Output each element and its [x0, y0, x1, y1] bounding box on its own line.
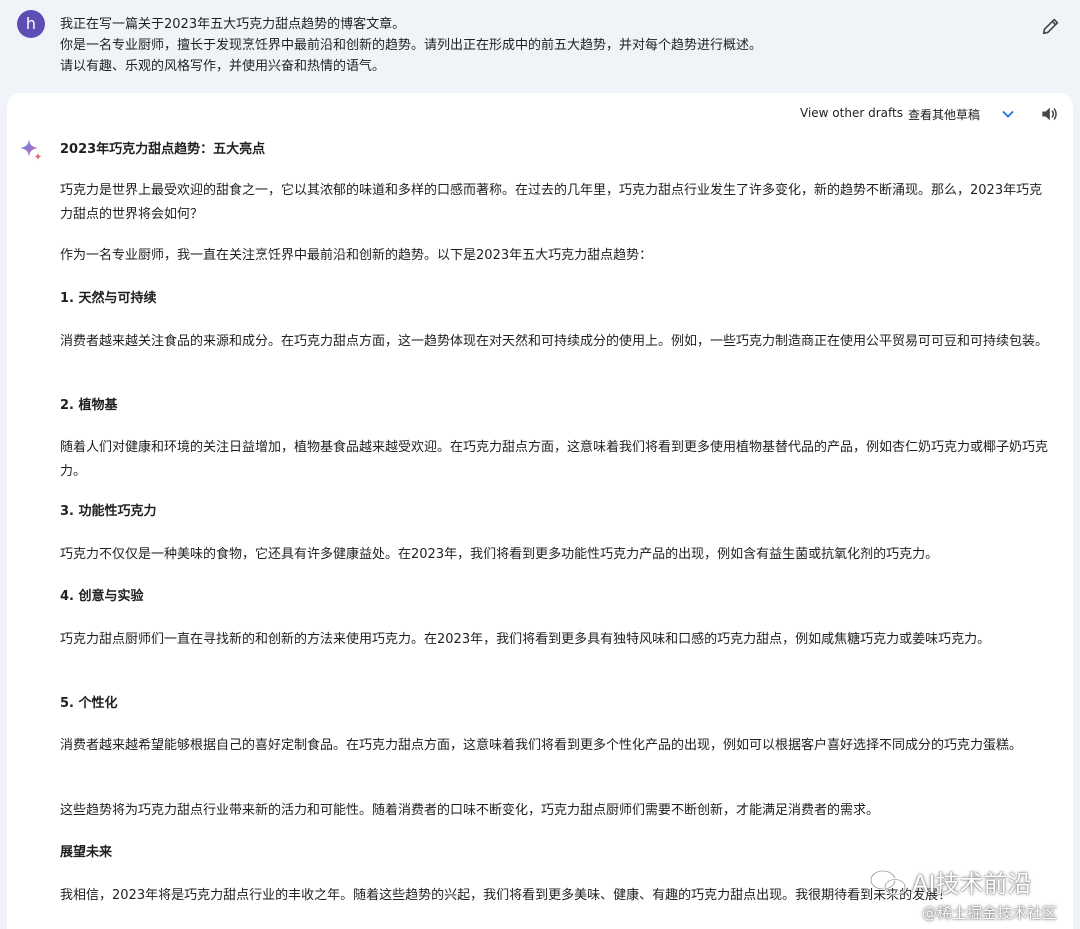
summary-paragraph: 这些趋势将为巧克力甜点行业带来新的活力和可能性。随着消费者的口味不断变化，巧克力…: [60, 803, 880, 818]
speaker-icon[interactable]: [1039, 104, 1059, 124]
prompt-text: 我正在写一篇关于2023年五大巧克力甜点趋势的博客文章。 你是一名专业厨师，擅长…: [60, 14, 1020, 77]
trend-body: 随着人们对健康和环境的关注日益增加，植物基食品越来越受欢迎。在巧克力甜点方面，这…: [60, 440, 1049, 479]
drafts-label-zh: 查看其他草稿: [908, 108, 981, 122]
trend-heading: 2. 植物基: [60, 398, 118, 413]
trend-body: 巧克力不仅仅是一种美味的食物，它还具有许多健康益处。在2023年，我们将看到更多…: [60, 547, 939, 562]
trend-body: 巧克力甜点厨师们一直在寻找新的和创新的方法来使用巧克力。在2023年，我们将看到…: [60, 632, 991, 647]
user-prompt: h 我正在写一篇关于2023年五大巧克力甜点趋势的博客文章。 你是一名专业厨师，…: [0, 0, 1080, 92]
drafts-label: View other drafts: [800, 106, 903, 120]
intro-paragraph: 巧克力是世界上最受欢迎的甜食之一，它以其浓郁的味道和多样的口感而著称。在过去的几…: [60, 183, 1043, 222]
prompt-line: 你是一名专业厨师，擅长于发现烹饪界中最前沿和创新的趋势。请列出正在形成中的前五大…: [60, 38, 763, 53]
response-card: View other drafts 查看其他草稿 2023年巧克力甜点趋势：五大…: [7, 93, 1073, 929]
trend-body: 消费者越来越希望能够根据自己的喜好定制食品。在巧克力甜点方面，这意味着我们将看到…: [60, 738, 1023, 753]
user-avatar[interactable]: h: [17, 10, 45, 38]
gemini-sparkle-icon: [20, 139, 42, 161]
trend-heading: 1. 天然与可持续: [60, 291, 157, 306]
outlook-heading: 展望未来: [60, 845, 113, 860]
trend-heading: 4. 创意与实验: [60, 589, 144, 604]
outlook-paragraph: 我相信，2023年将是巧克力甜点行业的丰收之年。随着这些趋势的兴起，我们将看到更…: [60, 888, 952, 903]
edit-pencil-icon[interactable]: [1040, 15, 1062, 37]
trend-heading: 5. 个性化: [60, 696, 118, 711]
intro-paragraph: 作为一名专业厨师，我一直在关注烹饪界中最前沿和创新的趋势。以下是2023年五大巧…: [60, 248, 653, 263]
prompt-line: 我正在写一篇关于2023年五大巧克力甜点趋势的博客文章。: [60, 17, 406, 32]
chat-page: h 我正在写一篇关于2023年五大巧克力甜点趋势的博客文章。 你是一名专业厨师，…: [0, 0, 1080, 929]
trend-heading: 3. 功能性巧克力: [60, 504, 157, 519]
trend-body: 消费者越来越关注食品的来源和成分。在巧克力甜点方面，这一趋势体现在对天然和可持续…: [60, 334, 1049, 349]
prompt-line: 请以有趣、乐观的风格写作，并使用兴奋和热情的语气。: [60, 59, 386, 74]
chevron-down-icon: [1002, 111, 1014, 118]
response-title: 2023年巧克力甜点趋势：五大亮点: [60, 142, 266, 157]
